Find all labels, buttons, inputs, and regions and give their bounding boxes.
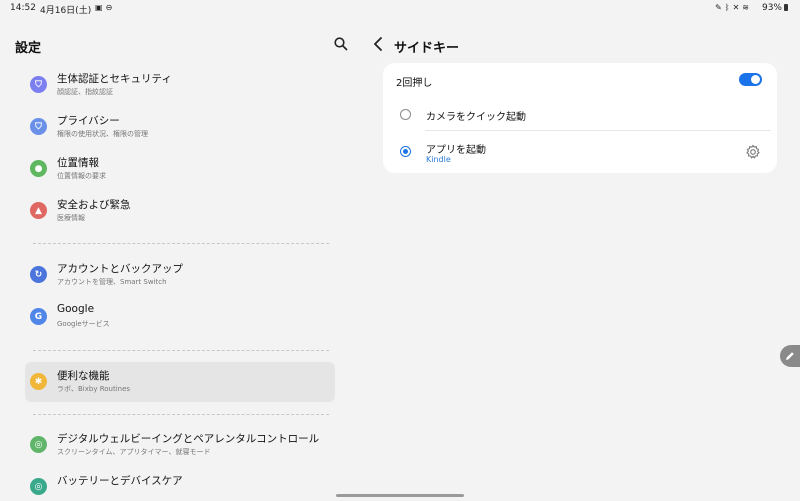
menu-item-location[interactable]: ● 位置情報 位置情報の要求 xyxy=(25,149,335,189)
menu-item-title: バッテリーとデバイスケア xyxy=(57,475,183,487)
pen-icon xyxy=(786,352,794,360)
menu-item-biometrics-security[interactable]: ⛉ 生体認証とセキュリティ 顔認証、指紋認証 xyxy=(25,65,335,105)
menu-item-google[interactable]: G Google Googleサービス xyxy=(25,297,335,337)
radio-open-app[interactable] xyxy=(400,146,411,157)
menu-item-subtitle: スクリーンタイム、アプリタイマー、就寝モード xyxy=(57,448,211,456)
menu-item-subtitle: ラボ、Bixby Routines xyxy=(57,385,131,393)
status-bar: 14:52 4月16日(土) ▣⊖ ✎ᛒ✕≋ 93% xyxy=(0,0,800,16)
menu-item-privacy[interactable]: ⛉ プライバシー 権限の使用状況、権限の管理 xyxy=(25,107,335,147)
battery-indicator: 93% xyxy=(762,3,788,13)
wellbeing-icon: ◎ xyxy=(30,436,47,453)
option-open-app[interactable]: アプリを起動 xyxy=(426,141,486,156)
menu-item-subtitle: アカウントを管理、Smart Switch xyxy=(57,278,167,286)
status-date: 4月16日(土) xyxy=(40,6,92,16)
battery-icon xyxy=(784,4,788,11)
card-divider xyxy=(425,130,771,131)
menu-item-battery-device-care[interactable]: ◎ バッテリーとデバイスケア xyxy=(25,467,335,501)
selected-app-name: Kindle xyxy=(426,155,451,164)
app-settings-button[interactable] xyxy=(745,144,761,160)
image-icon: ▣ xyxy=(95,3,106,12)
side-key-settings-card: 2回押し カメラをクイック起動 アプリを起動 Kindle xyxy=(383,63,777,173)
floating-pen-button[interactable] xyxy=(780,345,800,367)
back-button[interactable] xyxy=(372,36,386,52)
menu-item-advanced-features[interactable]: ✱ 便利な機能 ラボ、Bixby Routines xyxy=(25,362,335,402)
menu-item-title: Google xyxy=(57,303,95,315)
emergency-icon: ▲ xyxy=(30,202,47,219)
shield-icon: ⛉ xyxy=(30,76,47,93)
toggle-knob xyxy=(751,75,760,84)
menu-item-title: 生体認証とセキュリティ xyxy=(57,73,172,85)
menu-item-title: アカウントとバックアップ xyxy=(57,263,183,275)
search-button[interactable] xyxy=(333,36,349,52)
radio-camera-quick-launch[interactable] xyxy=(400,109,411,120)
search-icon xyxy=(334,37,348,51)
menu-item-accounts-backup[interactable]: ↻ アカウントとバックアップ アカウントを管理、Smart Switch xyxy=(25,255,335,295)
gesture-nav-handle[interactable] xyxy=(336,494,464,497)
divider xyxy=(33,243,329,244)
menu-item-safety-emergency[interactable]: ▲ 安全および緊急 医療情報 xyxy=(25,191,335,231)
minus-circle-icon: ⊖ xyxy=(105,3,116,12)
menu-item-title: プライバシー xyxy=(57,115,120,127)
menu-item-subtitle: 顔認証、指紋認証 xyxy=(57,88,113,96)
menu-item-subtitle: 権限の使用状況、権限の管理 xyxy=(57,130,148,138)
double-press-toggle[interactable] xyxy=(739,73,762,86)
status-left-icons: ▣⊖ xyxy=(95,3,115,12)
advanced-features-icon: ✱ xyxy=(30,373,47,390)
menu-item-subtitle: 医療情報 xyxy=(57,214,85,222)
menu-item-subtitle: Googleサービス xyxy=(57,320,110,328)
status-time: 14:52 xyxy=(10,3,36,13)
mute-icon: ✕ xyxy=(732,3,743,12)
device-care-icon: ◎ xyxy=(30,478,47,495)
wifi-icon: ≋ xyxy=(742,3,752,12)
settings-title: 設定 xyxy=(15,41,42,56)
menu-item-title: 便利な機能 xyxy=(57,370,110,382)
menu-item-title: 安全および緊急 xyxy=(57,199,131,211)
gear-icon xyxy=(746,144,760,159)
back-arrow-icon xyxy=(374,37,382,51)
menu-item-title: デジタルウェルビーイングとペアレンタルコントロール xyxy=(57,433,320,445)
bluetooth-icon: ᛒ xyxy=(724,3,733,12)
divider xyxy=(33,350,329,351)
status-right-icons: ✎ᛒ✕≋ xyxy=(715,3,752,12)
location-pin-icon: ● xyxy=(30,160,47,177)
pen-icon: ✎ xyxy=(715,3,725,12)
menu-item-title: 位置情報 xyxy=(57,157,99,169)
battery-percent: 93% xyxy=(761,3,782,13)
menu-item-digital-wellbeing[interactable]: ◎ デジタルウェルビーイングとペアレンタルコントロール スクリーンタイム、アプリ… xyxy=(25,425,335,465)
divider xyxy=(33,414,329,415)
privacy-icon: ⛉ xyxy=(30,118,47,135)
menu-item-subtitle: 位置情報の要求 xyxy=(57,172,106,180)
page-title: サイドキー xyxy=(394,41,460,56)
sync-icon: ↻ xyxy=(30,266,47,283)
google-icon: G xyxy=(30,308,47,325)
double-press-label: 2回押し xyxy=(396,78,433,89)
option-camera-quick-launch[interactable]: カメラをクイック起動 xyxy=(426,108,526,123)
